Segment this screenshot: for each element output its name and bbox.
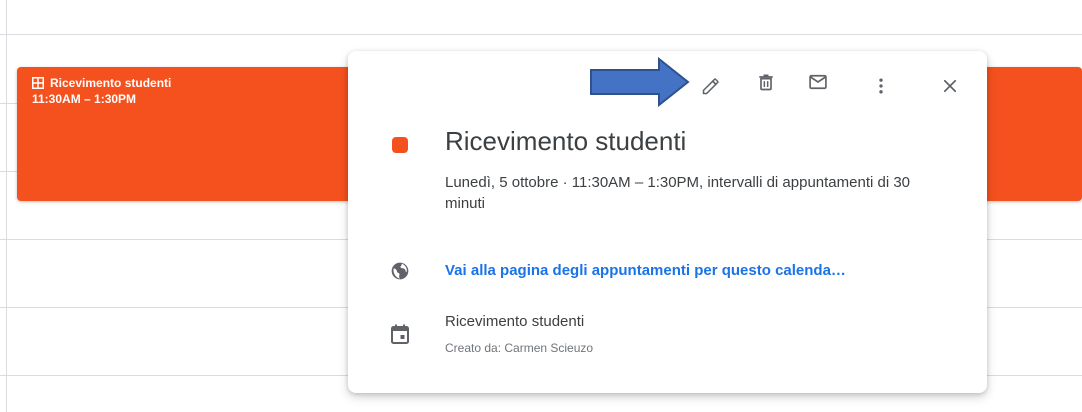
event-title-row: Ricevimento studenti bbox=[32, 76, 171, 90]
delete-button[interactable] bbox=[750, 68, 782, 100]
created-by-text: Creato da: Carmen Scieuzo bbox=[445, 341, 594, 355]
calendar-icon bbox=[388, 322, 412, 346]
edit-button[interactable] bbox=[695, 72, 727, 104]
popup-event-title: Ricevimento studenti bbox=[445, 126, 687, 156]
pencil-icon bbox=[701, 76, 721, 101]
event-title: Ricevimento studenti bbox=[50, 76, 172, 90]
email-guests-button[interactable] bbox=[802, 68, 834, 100]
trash-icon bbox=[756, 72, 776, 97]
calendar-vertical-gridline bbox=[6, 0, 7, 412]
appointment-grid-icon bbox=[32, 77, 44, 89]
more-vert-icon bbox=[871, 76, 891, 101]
envelope-icon bbox=[808, 72, 828, 97]
booking-page-link[interactable]: Vai alla pagina degli appuntamenti per q… bbox=[445, 262, 846, 279]
globe-icon bbox=[388, 259, 412, 283]
close-icon bbox=[941, 77, 959, 100]
event-color-swatch bbox=[392, 137, 408, 153]
annotation-arrow bbox=[590, 57, 690, 107]
more-options-button[interactable] bbox=[865, 72, 897, 104]
close-button[interactable] bbox=[934, 72, 966, 104]
event-date-time: Lunedì, 5 ottobre · 11:30AM – 1:30PM, in… bbox=[445, 174, 911, 212]
calendar-gridline bbox=[0, 34, 1082, 35]
event-time: 11:30AM – 1:30PM bbox=[32, 92, 137, 106]
calendar-name: Ricevimento studenti bbox=[445, 313, 585, 330]
